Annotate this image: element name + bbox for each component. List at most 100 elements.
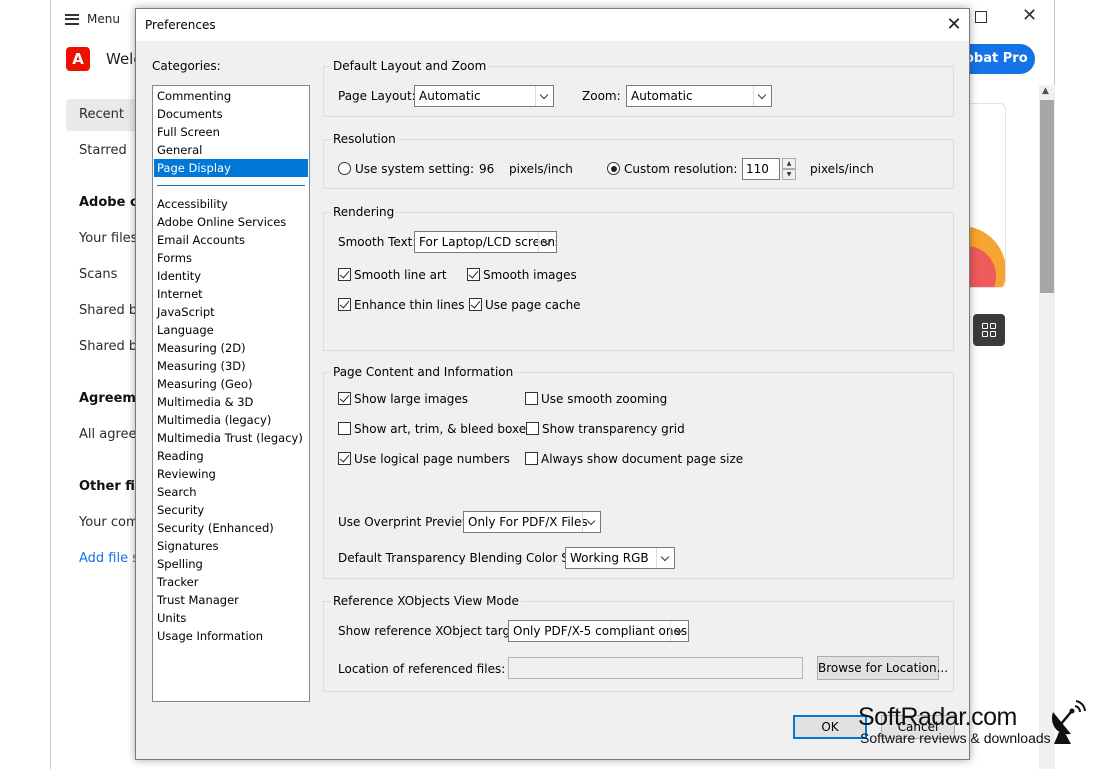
system-resolution-value: 96 [479,162,495,176]
category-item[interactable]: Multimedia (legacy) [154,411,308,429]
resolution-spinner[interactable]: ▲ ▼ [782,158,796,180]
category-item[interactable]: Multimedia Trust (legacy) [154,429,308,447]
window-maximize-icon[interactable] [975,11,987,23]
category-item[interactable]: Commenting [154,87,308,105]
use-page-cache-label: Use page cache [485,298,581,312]
sidebar-item-starred[interactable]: Starred [79,143,127,158]
category-item[interactable]: General [154,141,308,159]
spin-up-icon[interactable]: ▲ [782,158,796,169]
smooth-text-select[interactable]: For Laptop/LCD screens [414,231,557,253]
category-item[interactable]: Reading [154,447,308,465]
chevron-down-icon [582,512,600,532]
softradar-watermark: SoftRadar.com Software reviews & downloa… [858,703,1051,745]
category-item[interactable]: Internet [154,285,308,303]
category-item[interactable]: Reviewing [154,465,308,483]
zoom-label: Zoom: [582,89,621,103]
always-show-page-size-checkbox[interactable] [525,452,538,465]
show-transparency-grid-label: Show transparency grid [542,422,685,436]
category-item[interactable]: Spelling [154,555,308,573]
group-page-content: Page Content and Information Show large … [323,365,954,579]
custom-resolution-label: Custom resolution: [624,162,738,176]
group-title: Page Content and Information [331,365,516,379]
group-title: Reference XObjects View Mode [331,594,521,608]
category-item[interactable]: Adobe Online Services [154,213,308,231]
category-item[interactable]: Search [154,483,308,501]
category-item[interactable]: Tracker [154,573,308,591]
show-xobject-targets-value: Only PDF/X-5 compliant ones [513,624,688,638]
sidebar-heading-adobe-cloud: Adobe cl [79,195,143,210]
category-item[interactable]: JavaScript [154,303,308,321]
use-logical-page-numbers-checkbox[interactable] [338,452,351,465]
category-item[interactable]: Forms [154,249,308,267]
group-default-layout-zoom: Default Layout and Zoom Page Layout: Aut… [323,59,954,117]
show-xobject-targets-select[interactable]: Only PDF/X-5 compliant ones [508,620,689,642]
category-item[interactable]: Accessibility [154,195,308,213]
blending-color-space-select[interactable]: Working RGB [565,547,675,569]
always-show-page-size-label: Always show document page size [541,452,744,466]
group-reference-xobjects: Reference XObjects View Mode Show refere… [323,594,954,692]
categories-separator [157,185,305,186]
category-item[interactable]: Measuring (3D) [154,357,308,375]
category-item[interactable]: Documents [154,105,308,123]
watermark-tagline: Software reviews & downloads [860,730,1051,746]
preferences-dialog: Preferences ✕ Categories: Commenting Docu… [135,8,970,760]
referenced-files-location-input[interactable] [508,657,803,679]
scroll-up-arrow-icon[interactable]: ▲ [1042,86,1049,96]
overprint-preview-select[interactable]: Only For PDF/X Files [463,511,601,533]
overprint-preview-value: Only For PDF/X Files [468,515,588,529]
sidebar-item-recent[interactable]: Recent [79,107,124,122]
close-icon[interactable]: ✕ [942,13,966,37]
scrollbar-thumb[interactable] [1040,100,1054,293]
menu-button[interactable]: Menu [65,8,120,30]
hamburger-icon [65,13,79,25]
category-item[interactable]: Multimedia & 3D [154,393,308,411]
category-item[interactable]: Email Accounts [154,231,308,249]
category-item[interactable]: Language [154,321,308,339]
window-close-icon[interactable]: ✕ [1022,5,1037,27]
group-rendering: Rendering Smooth Text: For Laptop/LCD sc… [323,205,954,351]
enhance-thin-lines-checkbox[interactable] [338,298,351,311]
show-transparency-grid-checkbox[interactable] [526,422,539,435]
category-item[interactable]: Identity [154,267,308,285]
chevron-down-icon [538,232,556,252]
category-item[interactable]: Security (Enhanced) [154,519,308,537]
blending-color-space-label: Default Transparency Blending Color Spac… [338,551,602,565]
smooth-text-label: Smooth Text: [338,235,417,249]
category-item[interactable]: Security [154,501,308,519]
category-item[interactable]: Units [154,609,308,627]
custom-resolution-radio[interactable] [607,162,620,175]
category-item[interactable]: Measuring (2D) [154,339,308,357]
grid-view-icon[interactable] [973,314,1005,346]
promo-card[interactable] [966,103,1006,288]
category-item[interactable]: Usage Information [154,627,308,645]
category-item[interactable]: Page Display [154,159,308,177]
zoom-select[interactable]: Automatic [626,85,772,107]
smooth-images-checkbox[interactable] [467,268,480,281]
group-title: Resolution [331,132,398,146]
use-system-setting-radio[interactable] [338,162,351,175]
browse-for-location-button[interactable]: Browse for Location... [817,656,948,680]
dialog-titlebar: Preferences ✕ [136,9,969,41]
watermark-name: SoftRadar.com [858,703,1017,731]
category-item[interactable]: Trust Manager [154,591,308,609]
category-item[interactable]: Measuring (Geo) [154,375,308,393]
ok-button[interactable]: OK [793,715,867,739]
dialog-title: Preferences [145,18,216,32]
category-item[interactable]: Signatures [154,537,308,555]
custom-resolution-input[interactable]: 110 [742,158,780,180]
smooth-line-art-checkbox[interactable] [338,268,351,281]
page-layout-select[interactable]: Automatic [414,85,554,107]
use-smooth-zooming-checkbox[interactable] [525,392,538,405]
show-art-trim-bleed-checkbox[interactable] [338,422,351,435]
sidebar-item-your-files[interactable]: Your files [79,231,137,246]
use-smooth-zooming-label: Use smooth zooming [541,392,668,406]
use-page-cache-checkbox[interactable] [469,298,482,311]
show-large-images-checkbox[interactable] [338,392,351,405]
category-item[interactable]: Full Screen [154,123,308,141]
sidebar-item-scans[interactable]: Scans [79,267,117,282]
pixels-per-inch-label: pixels/inch [509,162,573,176]
show-xobject-targets-label: Show reference XObject targets: [338,624,533,638]
categories-label: Categories: [152,59,221,73]
spin-down-icon[interactable]: ▼ [782,169,796,180]
categories-list[interactable]: Commenting Documents Full Screen General Pag… [152,85,310,702]
